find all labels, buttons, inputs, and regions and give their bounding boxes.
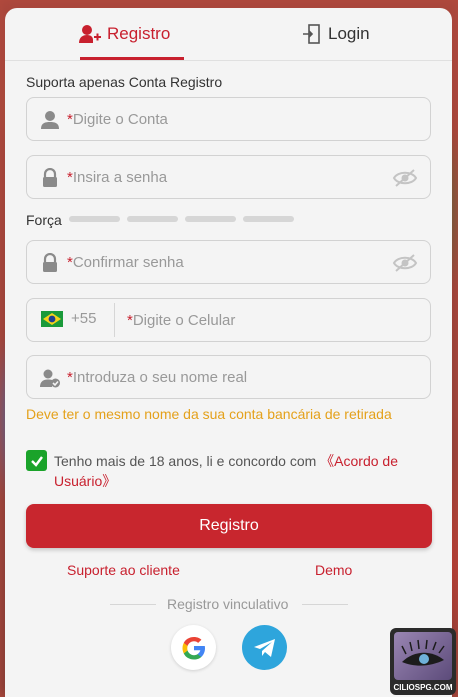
social-register-label: Registro vinculativo: [167, 596, 289, 612]
confirm-password-field[interactable]: *Confirmar senha: [26, 240, 431, 284]
lock-icon: [43, 168, 57, 187]
google-login-button[interactable]: [171, 625, 216, 670]
account-field[interactable]: *Digite o Conta: [26, 97, 431, 141]
google-icon: [182, 636, 205, 659]
password-field[interactable]: *Insira a senha: [26, 155, 431, 199]
badge-text: CILIOSPG.COM: [393, 683, 453, 692]
login-door-icon: [303, 24, 320, 44]
tab-register[interactable]: Registro: [79, 22, 170, 46]
demo-link[interactable]: Demo: [315, 562, 352, 578]
brazil-flag-icon: [41, 310, 63, 327]
country-code: +55: [71, 310, 97, 327]
user-check-icon: [40, 369, 60, 388]
site-logo-badge: CILIOSPG.COM: [390, 628, 456, 695]
tab-bar: Registro Login: [5, 8, 452, 61]
realname-warning: Deve ter o mesmo nome da sua conta bancá…: [26, 406, 392, 422]
add-user-icon: [79, 25, 101, 43]
support-hint: Suporta apenas Conta Registro: [26, 74, 223, 90]
phone-field[interactable]: +55 *Digite o Celular: [26, 298, 431, 342]
phone-placeholder: *Digite o Celular: [127, 311, 236, 329]
strength-bar: [243, 216, 294, 222]
password-placeholder: *Insira a senha: [67, 168, 168, 186]
eye-hidden-icon[interactable]: [392, 252, 418, 274]
eye-hidden-icon[interactable]: [392, 167, 418, 189]
register-submit-button[interactable]: Registro: [26, 504, 432, 548]
strength-label: Força: [26, 212, 62, 228]
active-tab-indicator: [80, 57, 184, 60]
telegram-icon: [253, 638, 275, 657]
register-card: Registro Login Suporta apenas Conta Regi…: [5, 8, 452, 697]
lock-icon: [43, 253, 57, 272]
strength-bar: [127, 216, 178, 222]
account-placeholder: *Digite o Conta: [67, 110, 168, 128]
country-code-selector[interactable]: +55: [41, 310, 96, 327]
tab-login[interactable]: Login: [302, 22, 370, 46]
realname-field[interactable]: *Introduza o seu nome real: [26, 355, 431, 399]
tab-login-label: Login: [328, 24, 370, 43]
terms-text: Tenho mais de 18 anos, li e concordo com…: [54, 453, 398, 489]
strength-bar: [69, 216, 120, 222]
divider: [302, 604, 348, 605]
customer-support-link[interactable]: Suporte ao cliente: [67, 562, 180, 578]
eye-icon: [401, 639, 445, 666]
tab-register-label: Registro: [107, 24, 171, 43]
checkmark-icon: [30, 455, 43, 467]
user-icon: [41, 111, 59, 129]
strength-bar: [185, 216, 236, 222]
divider: [114, 303, 115, 337]
age-terms-checkbox[interactable]: [26, 450, 47, 471]
confirm-placeholder: *Confirmar senha: [67, 253, 184, 271]
telegram-login-button[interactable]: [242, 625, 287, 670]
eyelash-logo-image: [394, 632, 452, 680]
divider: [110, 604, 156, 605]
realname-placeholder: *Introduza o seu nome real: [67, 368, 248, 386]
